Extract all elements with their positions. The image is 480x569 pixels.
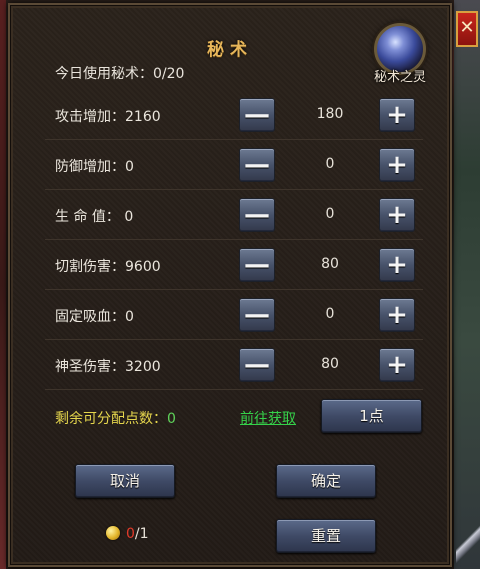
plus-icon: + <box>386 250 408 280</box>
increase-button[interactable]: + <box>379 298 415 332</box>
daily-usage-value: 0/20 <box>153 66 185 82</box>
increase-button[interactable]: + <box>379 348 415 382</box>
remaining-points: 剩余可分配点数：0 <box>55 408 176 428</box>
decrease-button[interactable]: — <box>239 98 275 132</box>
remaining-points-value: 0 <box>167 411 176 427</box>
minus-icon: — <box>244 100 270 130</box>
minus-icon: — <box>244 150 270 180</box>
remaining-points-label: 剩余可分配点数： <box>55 411 167 427</box>
reset-button[interactable]: 重置 <box>276 519 376 553</box>
stat-row-cut-damage: 切割伤害：9600 — 80 + <box>45 240 423 290</box>
blade-decoration <box>456 520 480 569</box>
plus-icon: + <box>386 150 408 180</box>
stat-row-attack: 攻击增加：2160 — 180 + <box>45 90 423 140</box>
secret-spirit-button[interactable]: 秘术之灵 <box>369 21 431 85</box>
minus-icon: — <box>244 300 270 330</box>
stat-row-lifesteal: 固定吸血：0 — 0 + <box>45 290 423 340</box>
stat-allocation-value: 0 <box>325 306 335 322</box>
scene-edge-left <box>0 0 6 569</box>
stat-label: 切割伤害：9600 <box>55 259 161 275</box>
increase-button[interactable]: + <box>379 248 415 282</box>
scene-edge-right <box>454 0 480 569</box>
coin-total: /1 <box>134 526 149 542</box>
daily-usage-label: 今日使用秘术： <box>55 66 153 82</box>
plus-icon: + <box>386 200 408 230</box>
stat-allocation-value: 0 <box>325 206 335 222</box>
stat-label: 防御增加：0 <box>55 159 134 175</box>
decrease-button[interactable]: — <box>239 148 275 182</box>
minus-icon: — <box>244 250 270 280</box>
stat-allocation-value: 80 <box>321 256 339 272</box>
stat-label: 攻击增加：2160 <box>55 109 161 125</box>
coin-current: 0 <box>126 526 135 542</box>
step-size-button[interactable]: 1点 <box>321 399 422 433</box>
spirit-label: 秘术之灵 <box>373 70 426 85</box>
close-icon[interactable]: ✕ <box>456 11 478 47</box>
coin-counter: 0/1 <box>106 526 149 542</box>
stat-allocation-value: 0 <box>325 156 335 172</box>
increase-button[interactable]: + <box>379 198 415 232</box>
stat-label: 神圣伤害：3200 <box>55 359 161 375</box>
cancel-button[interactable]: 取消 <box>75 464 175 498</box>
minus-icon: — <box>244 200 270 230</box>
plus-icon: + <box>386 100 408 130</box>
stat-row-holy-damage: 神圣伤害：3200 — 80 + <box>45 340 423 390</box>
increase-button[interactable]: + <box>379 98 415 132</box>
stat-allocation-value: 80 <box>321 356 339 372</box>
stat-label: 生 命 值： 0 <box>55 209 134 225</box>
goto-acquire-link[interactable]: 前往获取 <box>240 408 296 428</box>
stat-label: 固定吸血：0 <box>55 309 134 325</box>
stat-row-defense: 防御增加：0 — 0 + <box>45 140 423 190</box>
increase-button[interactable]: + <box>379 148 415 182</box>
stat-row-hp: 生 命 值： 0 — 0 + <box>45 190 423 240</box>
minus-icon: — <box>244 350 270 380</box>
confirm-button[interactable]: 确定 <box>276 464 376 498</box>
decrease-button[interactable]: — <box>239 198 275 232</box>
daily-usage: 今日使用秘术：0/20 <box>55 63 184 83</box>
plus-icon: + <box>386 350 408 380</box>
gold-coin-icon <box>106 526 120 540</box>
stat-allocation-value: 180 <box>316 106 344 122</box>
decrease-button[interactable]: — <box>239 298 275 332</box>
decrease-button[interactable]: — <box>239 248 275 282</box>
decrease-button[interactable]: — <box>239 348 275 382</box>
plus-icon: + <box>386 300 408 330</box>
